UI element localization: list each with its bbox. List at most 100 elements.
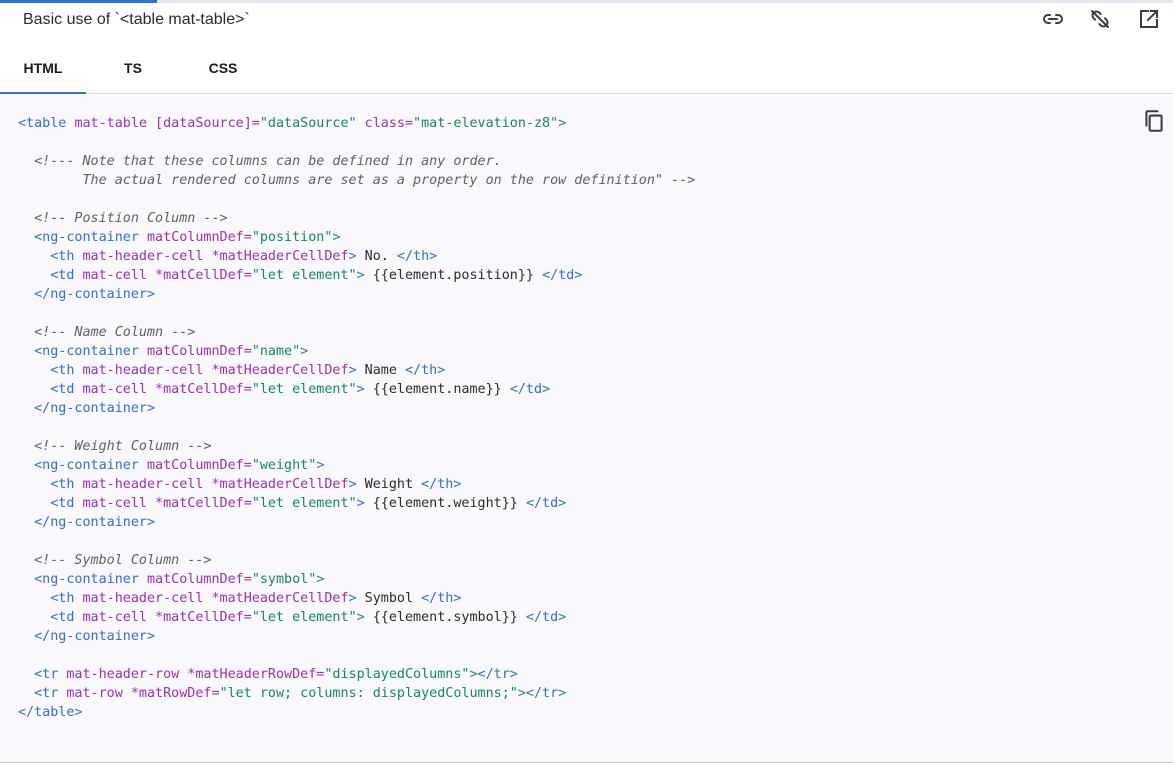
code-token: mat-cell *matCellDef=	[82, 496, 252, 511]
code-token: </ng-container>	[18, 629, 156, 644]
code-token: matColumnDef=	[147, 344, 252, 359]
code-token: "symbol"	[251, 572, 317, 587]
code-token: <th	[18, 591, 83, 606]
code-token: "displayedColumns"	[324, 667, 470, 682]
code-token: <ng-container	[18, 458, 147, 473]
code-line: <ng-container matColumnDef="name">	[18, 342, 695, 361]
code-token: </th>	[404, 363, 446, 378]
code-line: The actual rendered columns are set as a…	[18, 171, 695, 190]
code-token: The actual rendered columns are set as a…	[18, 173, 696, 188]
link-off-icon[interactable]	[1088, 7, 1112, 31]
code-token: matColumnDef=	[147, 230, 252, 245]
code-token: </ng-container>	[18, 515, 156, 530]
code-line: </ng-container>	[18, 513, 695, 532]
code-line: <!-- Symbol Column -->	[18, 551, 695, 570]
code-token: <!--- Note that these columns can be def…	[18, 154, 502, 169]
code-token: mat-cell *matCellDef=	[82, 268, 252, 283]
code-token: <ng-container	[18, 572, 147, 587]
code-token: <th	[18, 363, 83, 378]
open-in-new-icon[interactable]	[1137, 7, 1161, 31]
code-token: <tr	[18, 667, 67, 682]
code-token: "let element"	[251, 610, 357, 625]
code-line: <!-- Weight Column -->	[18, 437, 695, 456]
code-token: >	[356, 268, 365, 283]
code-token: <!-- Position Column -->	[18, 211, 228, 226]
code-line: <table mat-table [dataSource]="dataSourc…	[18, 114, 695, 133]
code-token: <!-- Name Column -->	[18, 325, 196, 340]
code-token: "let element"	[251, 382, 357, 397]
code-line: </ng-container>	[18, 627, 695, 646]
code-token: mat-header-cell *matHeaderCellDef	[82, 477, 349, 492]
code-token: <th	[18, 477, 83, 492]
code-token: No.	[356, 249, 397, 264]
code-token: Symbol	[356, 591, 422, 606]
code-token: {{element.name}}	[364, 382, 510, 397]
code-token: </td>	[509, 382, 551, 397]
copy-icon[interactable]	[1141, 108, 1169, 136]
code-token: matColumnDef=	[147, 572, 252, 587]
code-token: mat-header-cell *matHeaderCellDef	[82, 591, 349, 606]
code-token: "let element"	[251, 268, 357, 283]
code-token: </td>	[525, 496, 567, 511]
code-token: {{element.symbol}}	[364, 610, 526, 625]
code-token: >	[348, 363, 357, 378]
code-token: mat-row *matRowDef=	[66, 686, 220, 701]
link-icon[interactable]	[1041, 7, 1065, 31]
code-token: mat-table [dataSource]=	[74, 116, 260, 131]
code-token: ></tr>	[469, 667, 518, 682]
code-token: >	[316, 572, 325, 587]
code-token: Name	[356, 363, 405, 378]
code-token: <!-- Weight Column -->	[18, 439, 212, 454]
code-tabs: HTML TS CSS	[0, 42, 1173, 94]
code-token: </td>	[525, 610, 567, 625]
code-token: "position"	[251, 230, 333, 245]
code-token: "mat-elevation-z8"	[413, 116, 559, 131]
code-token: <ng-container	[18, 230, 147, 245]
tab-css[interactable]: CSS	[180, 42, 266, 92]
code-token: "weight"	[251, 458, 317, 473]
code-token: </th>	[421, 591, 462, 606]
code-token: mat-cell *matCellDef=	[82, 610, 252, 625]
code-token: ></tr>	[517, 686, 567, 701]
code-token: matColumnDef=	[147, 458, 252, 473]
code-line: </ng-container>	[18, 399, 695, 418]
code-token: >	[300, 344, 309, 359]
code-token: mat-header-row *matHeaderRowDef=	[66, 667, 325, 682]
code-line: <ng-container matColumnDef="symbol">	[18, 570, 695, 589]
code-line: <th mat-header-cell *matHeaderCellDef> W…	[18, 475, 695, 494]
example-header: Basic use of `<table mat-table>`	[0, 0, 1173, 40]
code-token: <table	[18, 116, 75, 131]
code-token: <th	[18, 249, 83, 264]
code-line: </ng-container>	[18, 285, 695, 304]
code-token: >	[348, 477, 357, 492]
code-line: <td mat-cell *matCellDef="let element"> …	[18, 608, 695, 627]
code-line: <tr mat-header-row *matHeaderRowDef="dis…	[18, 665, 695, 684]
code-line: <td mat-cell *matCellDef="let element"> …	[18, 266, 695, 285]
code-token: </table>	[18, 705, 83, 720]
code-block: <table mat-table [dataSource]="dataSourc…	[18, 114, 695, 722]
code-token: "dataSource"	[259, 116, 357, 131]
tab-ts[interactable]: TS	[90, 42, 176, 92]
code-line: <!--- Note that these columns can be def…	[18, 152, 695, 171]
code-token: >	[316, 458, 325, 473]
code-token: "name"	[251, 344, 301, 359]
code-token: <tr	[18, 686, 67, 701]
code-token: mat-header-cell *matHeaderCellDef	[82, 249, 349, 264]
code-token: <td	[18, 382, 83, 397]
code-token: </td>	[542, 268, 583, 283]
code-line: <th mat-header-cell *matHeaderCellDef> S…	[18, 589, 695, 608]
code-token: </th>	[421, 477, 462, 492]
code-token: <td	[18, 496, 83, 511]
code-line: <ng-container matColumnDef="position">	[18, 228, 695, 247]
code-line: <td mat-cell *matCellDef="let element"> …	[18, 494, 695, 513]
code-token: >	[332, 230, 341, 245]
code-token: mat-cell *matCellDef=	[82, 382, 252, 397]
tab-html[interactable]: HTML	[0, 42, 86, 94]
code-token: {{element.weight}}	[364, 496, 526, 511]
code-token: >	[356, 610, 365, 625]
